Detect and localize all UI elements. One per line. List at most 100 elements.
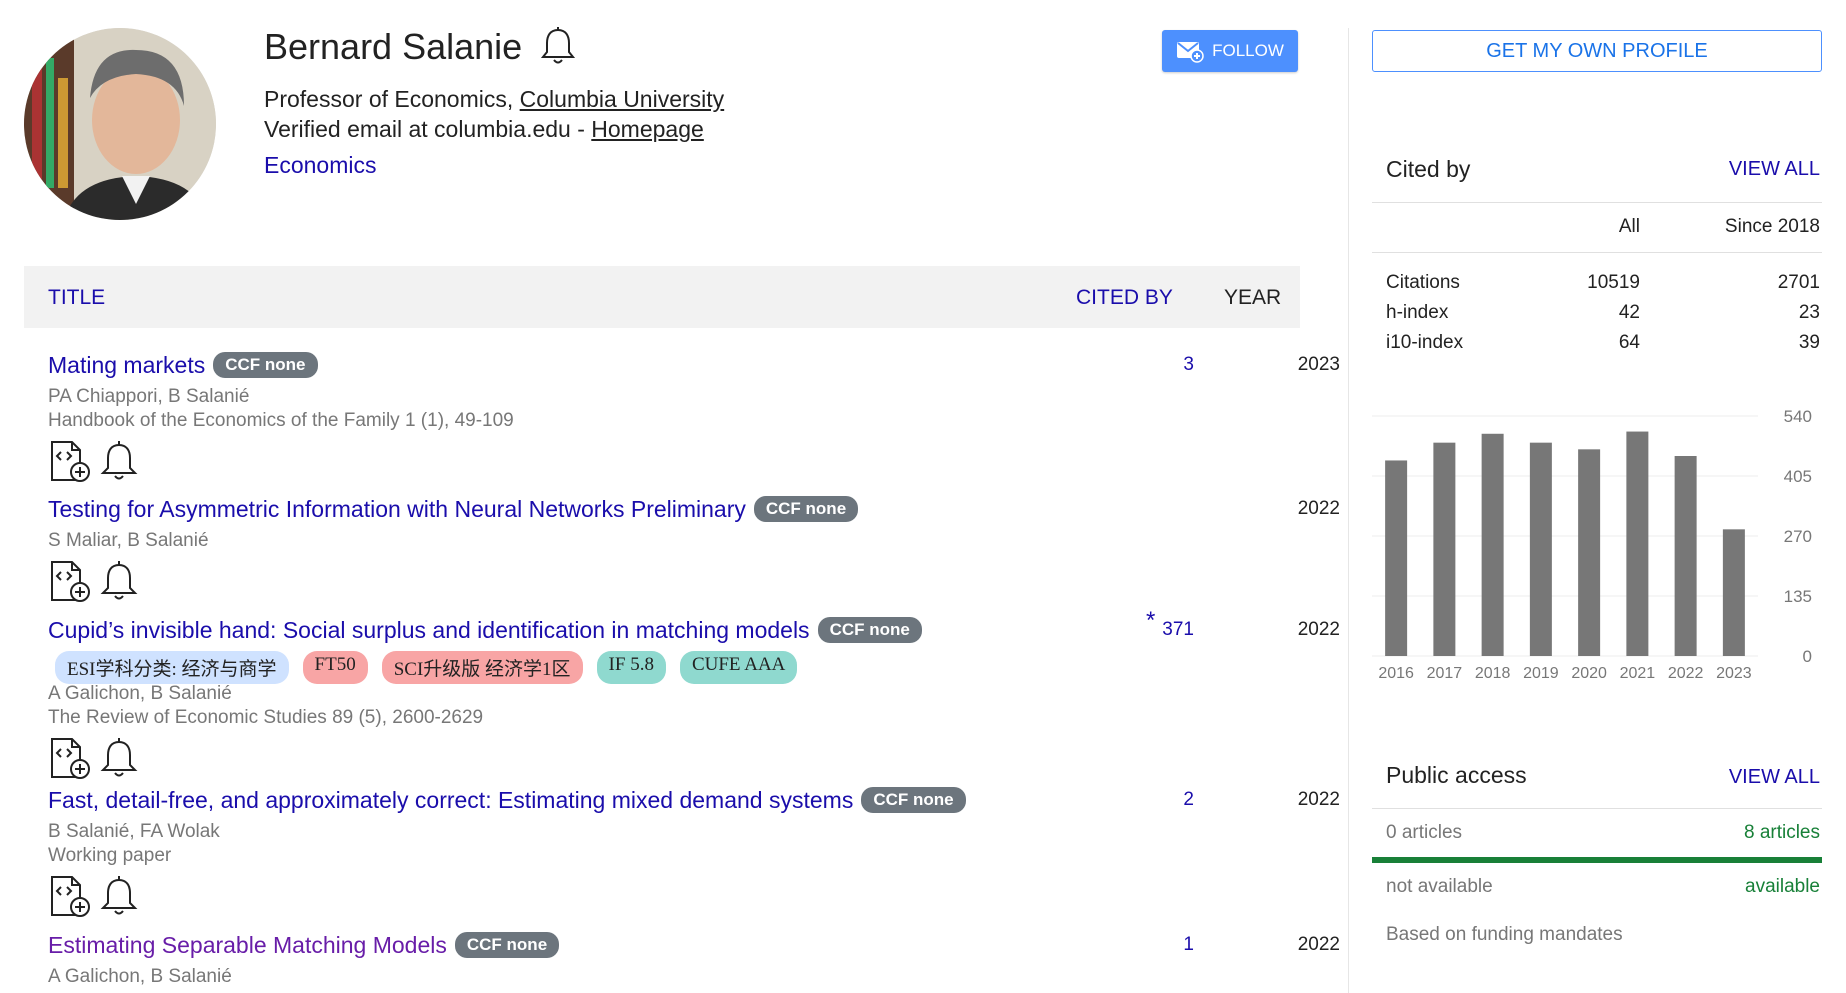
interest-link-economics[interactable]: Economics bbox=[264, 152, 376, 179]
profile-affiliation: Professor of Economics, Columbia Univers… bbox=[264, 86, 724, 113]
article-venue: Working paper bbox=[48, 845, 172, 866]
article-title[interactable]: Cupid’s invisible hand: Social surplus a… bbox=[48, 617, 922, 644]
article-actions bbox=[48, 440, 138, 489]
article-alert-bell-icon[interactable] bbox=[100, 737, 138, 786]
affiliation-link[interactable]: Columbia University bbox=[520, 86, 725, 112]
article-alert-bell-icon[interactable] bbox=[100, 560, 138, 609]
not-available-label: not available bbox=[1386, 876, 1493, 897]
chart-bar-2019[interactable] bbox=[1529, 442, 1552, 656]
stat-since-value: 39 bbox=[1798, 332, 1820, 353]
stat-since-value: 2701 bbox=[1777, 272, 1820, 293]
add-code-icon[interactable] bbox=[48, 875, 92, 924]
follow-alert-bell-icon[interactable] bbox=[539, 26, 577, 71]
article-year: 2022 bbox=[1297, 934, 1340, 955]
article-authors: PA Chiappori, B Salanié bbox=[48, 386, 250, 407]
articles-table-header: TITLE CITED BY YEAR bbox=[24, 266, 1300, 328]
chart-y-tick-label: 270 bbox=[1784, 527, 1812, 546]
stat-since-value: 23 bbox=[1798, 302, 1820, 323]
public-access-bar bbox=[1372, 857, 1822, 863]
article-authors: B Salanié, FA Wolak bbox=[48, 821, 220, 842]
available-count[interactable]: 8 articles bbox=[1680, 822, 1820, 844]
funding-mandates-note: Based on funding mandates bbox=[1386, 924, 1623, 945]
chart-bar-2023[interactable] bbox=[1722, 529, 1745, 656]
article-year: 2022 bbox=[1297, 789, 1340, 810]
chart-bar-2022[interactable] bbox=[1674, 456, 1697, 656]
article-title[interactable]: Estimating Separable Matching Models CCF … bbox=[48, 932, 560, 959]
col-since-header: Since 2018 bbox=[1724, 216, 1820, 237]
cited-by-view-all[interactable]: VIEW ALL bbox=[1726, 158, 1820, 181]
divider bbox=[1372, 808, 1822, 809]
chart-x-tick-label: 2021 bbox=[1620, 665, 1656, 682]
article-title[interactable]: Fast, detail-free, and approximately cor… bbox=[48, 787, 966, 814]
article-year: 2022 bbox=[1297, 619, 1340, 640]
sort-year[interactable]: YEAR bbox=[1224, 286, 1281, 310]
chart-x-tick-label: 2019 bbox=[1523, 665, 1559, 682]
cited-by-count[interactable]: 2 bbox=[1114, 789, 1194, 811]
chart-bar-2017[interactable] bbox=[1433, 442, 1456, 656]
stat-label: h-index bbox=[1386, 302, 1449, 323]
public-access-bar-fill bbox=[1372, 857, 1822, 863]
homepage-link[interactable]: Homepage bbox=[591, 116, 704, 142]
public-access-view-all[interactable]: VIEW ALL bbox=[1726, 766, 1820, 789]
add-code-icon[interactable] bbox=[48, 560, 92, 609]
chart-x-tick-label: 2020 bbox=[1571, 665, 1607, 682]
article-title-text[interactable]: Estimating Separable Matching Models bbox=[48, 932, 447, 958]
cited-by-count[interactable]: 3 bbox=[1114, 354, 1194, 376]
article-alert-bell-icon[interactable] bbox=[100, 875, 138, 924]
article-tag: SCI升级版 经济学1区 bbox=[381, 651, 583, 684]
article-title[interactable]: Mating markets CCF none bbox=[48, 352, 318, 379]
chart-x-tick-label: 2023 bbox=[1716, 665, 1752, 682]
article-authors: S Maliar, B Salanié bbox=[48, 530, 209, 551]
sort-title[interactable]: TITLE bbox=[48, 286, 105, 310]
article-title-text[interactable]: Testing for Asymmetric Information with … bbox=[48, 496, 746, 522]
article-tag: CUFE AAA bbox=[679, 651, 798, 684]
chart-y-tick-label: 540 bbox=[1784, 407, 1812, 426]
not-available-count[interactable]: 0 articles bbox=[1386, 822, 1462, 844]
ccf-badge: CCF none bbox=[753, 496, 859, 522]
get-own-profile-button[interactable]: GET MY OWN PROFILE bbox=[1372, 30, 1822, 72]
available-label: available bbox=[1745, 876, 1820, 897]
article-tag: FT50 bbox=[302, 651, 368, 684]
profile-photo-image bbox=[24, 28, 216, 220]
profile-photo bbox=[24, 28, 216, 220]
cited-by-heading: Cited by bbox=[1386, 156, 1471, 182]
cited-by-merged-mark: * bbox=[1146, 607, 1156, 634]
article-year: 2022 bbox=[1297, 498, 1340, 519]
chart-bar-2021[interactable] bbox=[1626, 431, 1649, 656]
stat-all-value: 10519 bbox=[1587, 272, 1640, 293]
ccf-badge: CCF none bbox=[861, 787, 966, 813]
chart-bar-2020[interactable] bbox=[1578, 449, 1601, 656]
article-actions bbox=[48, 875, 138, 924]
chart-y-tick-label: 135 bbox=[1784, 587, 1812, 606]
add-code-icon[interactable] bbox=[48, 440, 92, 489]
article-actions bbox=[48, 560, 138, 609]
follow-label: FOLLOW bbox=[1212, 41, 1284, 60]
stat-label: i10-index bbox=[1386, 332, 1464, 353]
affiliation-text: Professor of Economics, bbox=[264, 86, 520, 112]
email-text: Verified email at columbia.edu - bbox=[264, 116, 592, 142]
chart-y-tick-label: 405 bbox=[1784, 467, 1812, 486]
column-divider bbox=[1348, 28, 1349, 993]
chart-x-tick-label: 2022 bbox=[1668, 665, 1704, 682]
profile-email: Verified email at columbia.edu - Homepag… bbox=[264, 116, 704, 143]
sort-cited-by[interactable]: CITED BY bbox=[1076, 286, 1173, 310]
article-tag: ESI学科分类: 经济与商学 bbox=[55, 651, 289, 684]
article-venue: Handbook of the Economics of the Family … bbox=[48, 410, 514, 431]
chart-bar-2018[interactable] bbox=[1481, 433, 1504, 656]
chart-x-tick-label: 2016 bbox=[1378, 665, 1414, 682]
citations-bar-chart: 540 405 270 135 0 2016 2017 2018 2019 2020 2021 202… bbox=[1372, 407, 1812, 682]
article-title-text[interactable]: Mating markets bbox=[48, 352, 205, 378]
profile-name: Bernard Salanie bbox=[264, 26, 523, 67]
divider bbox=[1372, 202, 1822, 203]
article-venue: The Review of Economic Studies 89 (5), 2… bbox=[48, 707, 484, 728]
chart-bar-2016[interactable] bbox=[1385, 460, 1408, 656]
article-title-text[interactable]: Cupid’s invisible hand: Social surplus a… bbox=[48, 617, 810, 643]
ccf-badge: CCF none bbox=[817, 617, 922, 643]
follow-button[interactable]: FOLLOW bbox=[1162, 30, 1298, 72]
article-alert-bell-icon[interactable] bbox=[100, 440, 138, 489]
stat-all-value: 42 bbox=[1618, 302, 1640, 323]
article-title[interactable]: Testing for Asymmetric Information with … bbox=[48, 496, 859, 523]
article-title-text[interactable]: Fast, detail-free, and approximately cor… bbox=[48, 787, 853, 813]
cited-by-count[interactable]: 1 bbox=[1114, 934, 1194, 956]
add-code-icon[interactable] bbox=[48, 737, 92, 786]
